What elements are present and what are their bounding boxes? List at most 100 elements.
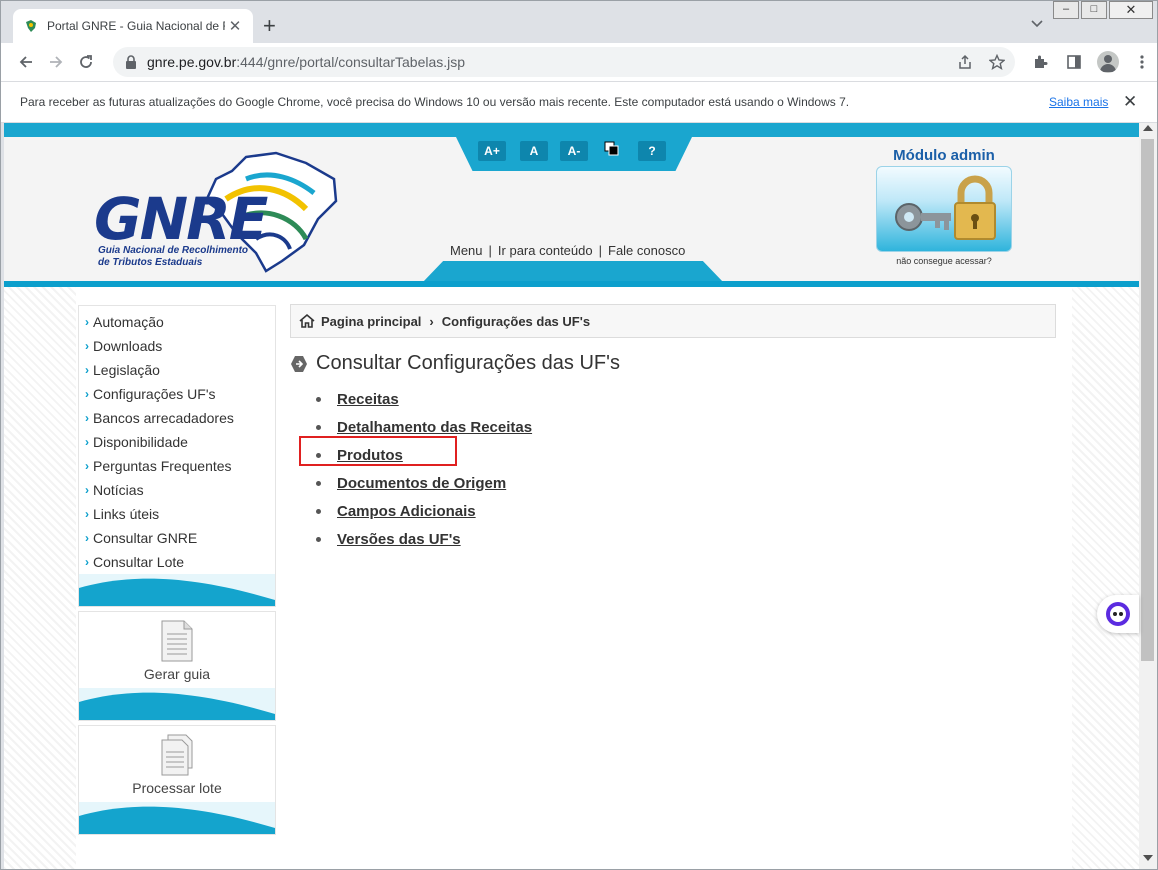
breadcrumb-separator: › <box>429 313 434 329</box>
admin-module: Módulo admin não consegue acessar? <box>874 147 1014 266</box>
menu-link[interactable]: Menu <box>450 243 483 258</box>
tab-close-icon[interactable]: ✕ <box>227 17 243 35</box>
sidebar-item-legislacao[interactable]: › Legislação <box>79 358 275 382</box>
processar-lote-card[interactable]: Processar lote <box>78 725 276 835</box>
profile-avatar[interactable] <box>1093 47 1123 77</box>
font-decrease-button[interactable]: A- <box>560 141 588 161</box>
font-normal-button[interactable]: A <box>520 141 548 161</box>
share-icon[interactable] <box>955 52 975 72</box>
hexagon-arrow-icon <box>291 355 307 372</box>
browser-window: Portal GNRE - Guia Nacional de Recolhime… <box>0 0 1158 870</box>
sidebar-item-links-uteis[interactable]: › Links úteis <box>79 502 275 526</box>
sidebar-item-label: Notícias <box>93 482 144 498</box>
breadcrumb-home-link[interactable]: Pagina principal <box>321 314 421 329</box>
chat-assistant-button[interactable] <box>1097 595 1139 633</box>
link-separator: | <box>598 243 602 258</box>
infobar-learn-more-link[interactable]: Saiba mais <box>1049 95 1108 109</box>
chevron-right-icon: › <box>85 363 89 377</box>
main-content: Pagina principal › Configurações das UF'… <box>290 304 1056 553</box>
contact-link[interactable]: Fale conosco <box>608 243 685 258</box>
scroll-down-arrow-icon[interactable] <box>1143 855 1153 861</box>
chevron-right-icon: › <box>85 339 89 353</box>
sidebar-item-label: Configurações UF's <box>93 386 216 402</box>
list-item: Documentos de Origem <box>316 469 1056 497</box>
reload-icon <box>80 55 92 68</box>
home-icon <box>299 313 315 328</box>
versoes-ufs-link[interactable]: Versões das UF's <box>337 531 461 548</box>
bullet-icon <box>316 508 321 514</box>
list-item: Receitas <box>316 385 1056 413</box>
produtos-highlight-box <box>299 436 457 466</box>
sidebar-menu: › Automação › Downloads › Legislação › Confi… <box>78 305 276 607</box>
chevron-right-icon: › <box>85 531 89 545</box>
chevron-right-icon: › <box>85 315 89 329</box>
browser-menu-icon[interactable] <box>1127 47 1157 77</box>
logo-text: GNRE <box>94 185 268 253</box>
chevron-right-icon: › <box>85 411 89 425</box>
sidebar-item-configuracoes-ufs[interactable]: › Configurações UF's <box>79 382 275 406</box>
contrast-icon[interactable] <box>604 141 620 157</box>
font-increase-button[interactable]: A+ <box>478 141 506 161</box>
bookmark-star-icon[interactable] <box>987 52 1007 72</box>
admin-title: Módulo admin <box>893 147 995 164</box>
documentos-origem-link[interactable]: Documentos de Origem <box>337 475 506 492</box>
chevron-right-icon: › <box>85 459 89 473</box>
gnre-logo[interactable]: GNRE Guia Nacional de Recolhimento de Tr… <box>94 149 354 279</box>
logo-subtitle-line2: de Tributos Estaduais <box>98 257 203 268</box>
admin-login-button[interactable] <box>876 166 1012 252</box>
page-viewport: A+ A A- ? GNRE Guia Nacional de Recolhim… <box>4 123 1139 869</box>
sidebar-item-label: Consultar Lote <box>93 554 185 570</box>
tab-strip: Portal GNRE - Guia Nacional de Recolhime… <box>1 1 1157 43</box>
sidebar-item-automacao[interactable]: › Automação <box>79 310 275 334</box>
sidebar: › Automação › Downloads › Legislação › Confi… <box>78 305 276 835</box>
forward-button[interactable] <box>41 47 71 77</box>
chevron-right-icon: › <box>85 387 89 401</box>
avatar-icon <box>1097 51 1119 73</box>
sidebar-item-perguntas[interactable]: › Perguntas Frequentes <box>79 454 275 478</box>
minimize-button[interactable]: – <box>1053 1 1079 19</box>
page-title-text: Consultar Configurações das UF's <box>316 352 620 374</box>
chat-bot-icon <box>1106 602 1130 626</box>
url-host: gnre.pe.gov.br <box>147 54 237 70</box>
chevron-right-icon: › <box>85 507 89 521</box>
sidebar-item-noticias[interactable]: › Notícias <box>79 478 275 502</box>
page-scrollbar[interactable] <box>1139 123 1157 869</box>
sidebar-item-disponibilidade[interactable]: › Disponibilidade <box>79 430 275 454</box>
new-tab-button[interactable]: + <box>263 14 276 38</box>
scroll-thumb[interactable] <box>1141 139 1154 661</box>
reload-button[interactable] <box>71 47 101 77</box>
sidebar-item-consultar-gnre[interactable]: › Consultar GNRE <box>79 526 275 550</box>
campos-adicionais-link[interactable]: Campos Adicionais <box>337 503 476 520</box>
skip-to-content-link[interactable]: Ir para conteúdo <box>498 243 593 258</box>
admin-help-link[interactable]: não consegue acessar? <box>874 256 1014 266</box>
back-button[interactable] <box>11 47 41 77</box>
logo-subtitle-line1: Guia Nacional de Recolhimento <box>98 245 249 256</box>
sidebar-item-label: Legislação <box>93 362 160 378</box>
wave-decoration <box>79 574 275 606</box>
infobar-close-icon[interactable]: ✕ <box>1123 92 1137 112</box>
receitas-link[interactable]: Receitas <box>337 391 399 408</box>
browser-toolbar: gnre.pe.gov.br:444/gnre/portal/consultar… <box>1 43 1157 81</box>
sidebar-item-downloads[interactable]: › Downloads <box>79 334 275 358</box>
bullet-icon <box>316 396 321 402</box>
header-bottom-band <box>4 281 1139 287</box>
sidebar-item-consultar-lote[interactable]: › Consultar Lote <box>79 550 275 574</box>
header-nav-tab <box>422 261 724 283</box>
browser-tab[interactable]: Portal GNRE - Guia Nacional de Recolhime… <box>13 9 253 43</box>
document-icon <box>161 620 193 662</box>
window-controls: – □ ✕ <box>1053 1 1153 19</box>
sidebar-item-label: Consultar GNRE <box>93 530 198 546</box>
scroll-up-arrow-icon[interactable] <box>1143 125 1153 131</box>
breadcrumb: Pagina principal › Configurações das UF'… <box>290 304 1056 338</box>
side-panel-icon[interactable] <box>1059 47 1089 77</box>
detalhamento-receitas-link[interactable]: Detalhamento das Receitas <box>337 419 532 436</box>
close-window-button[interactable]: ✕ <box>1109 1 1153 19</box>
gerar-guia-card[interactable]: Gerar guia <box>78 611 276 721</box>
extensions-icon[interactable] <box>1025 47 1055 77</box>
sidebar-item-bancos[interactable]: › Bancos arrecadadores <box>79 406 275 430</box>
address-bar[interactable]: gnre.pe.gov.br:444/gnre/portal/consultar… <box>113 47 1015 77</box>
help-button[interactable]: ? <box>638 141 666 161</box>
maximize-button[interactable]: □ <box>1081 1 1107 19</box>
breadcrumb-current: Configurações das UF's <box>441 313 591 329</box>
tab-search-icon[interactable] <box>1031 15 1043 31</box>
